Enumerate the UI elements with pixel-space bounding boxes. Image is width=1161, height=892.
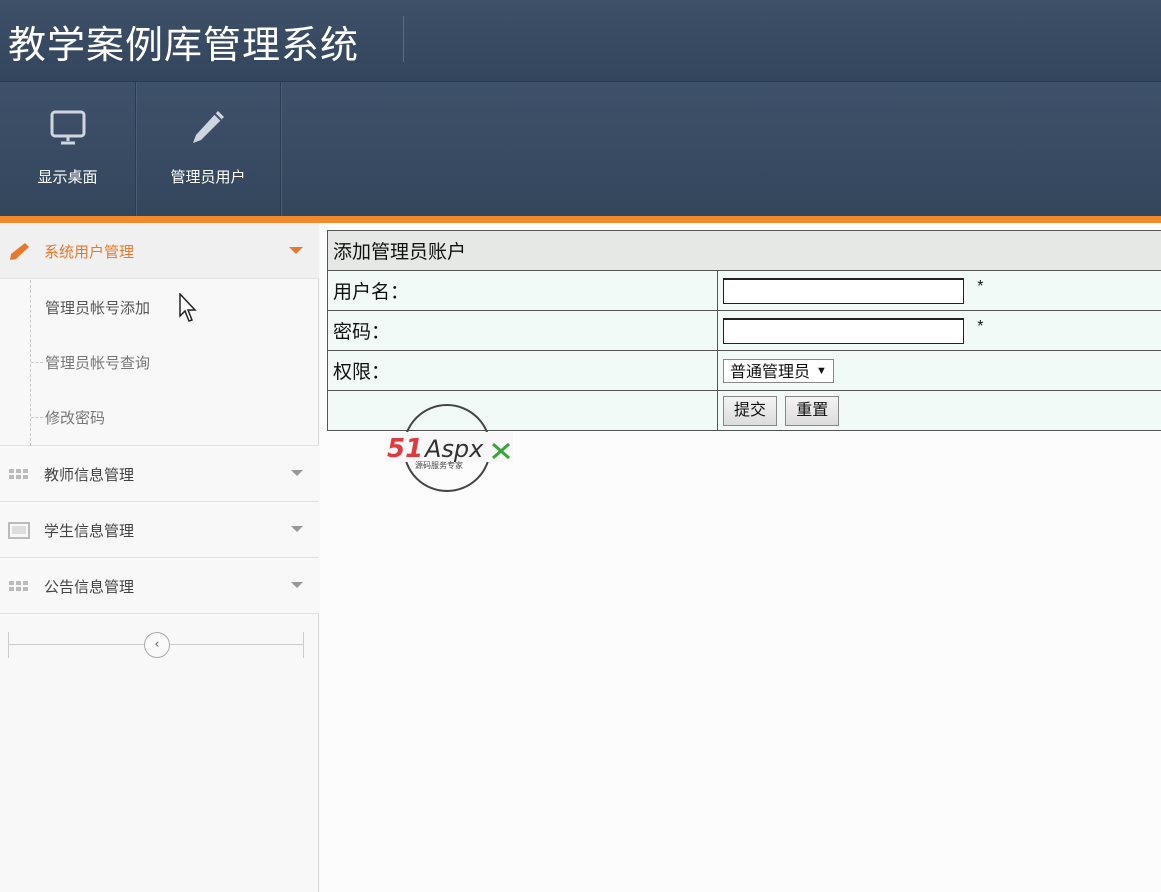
tree-branch xyxy=(31,362,43,363)
dropdown-arrow-icon: ▼ xyxy=(816,364,827,377)
actions-cell: 提交 重置 xyxy=(717,390,1161,431)
submit-button[interactable]: 提交 xyxy=(723,395,778,426)
pencil-icon xyxy=(193,111,224,143)
grid-icon xyxy=(9,469,28,479)
title-divider xyxy=(403,16,404,62)
app-title: 教学案例库管理系统 xyxy=(8,23,360,67)
caret-down-icon xyxy=(291,526,303,532)
sidebar-collapse-row: ‹ xyxy=(8,628,304,660)
sidebar-item-label: 修改密码 xyxy=(45,409,106,427)
logo-text-red: 51 xyxy=(387,434,423,464)
sidebar-item-admin-query[interactable]: 管理员帐号查询 xyxy=(30,335,319,391)
username-cell: * xyxy=(717,270,1161,311)
sidebar-group-notice-info[interactable]: 公告信息管理 xyxy=(0,558,319,614)
top-header: 教学案例库管理系统 xyxy=(0,0,1161,82)
reset-button[interactable]: 重置 xyxy=(785,395,840,426)
top-nav: 显示桌面 管理员用户 xyxy=(0,82,1161,216)
add-admin-form: 添加管理员账户 用户名： * 密码： * 权限： 普通管理员 ▼ 提交 重置 xyxy=(327,230,1161,431)
password-input[interactable] xyxy=(723,317,964,344)
divider xyxy=(303,632,304,658)
username-input[interactable] xyxy=(723,277,964,304)
nav-admin-user-label: 管理员用户 xyxy=(170,168,246,186)
sidebar-item-change-password[interactable]: 修改密码 xyxy=(30,390,319,446)
sidebar-group-system-users[interactable]: 系统用户管理 xyxy=(0,223,319,279)
nav-show-desktop[interactable]: 显示桌面 xyxy=(0,82,136,216)
collapse-sidebar-button[interactable]: ‹ xyxy=(144,632,170,658)
caret-down-icon xyxy=(291,470,303,476)
sidebar-group-teacher-info[interactable]: 教师信息管理 xyxy=(0,446,319,502)
sidebar-group-label: 学生信息管理 xyxy=(44,522,135,540)
sidebar-group-student-info[interactable]: 学生信息管理 xyxy=(0,502,319,558)
required-mark: * xyxy=(977,317,984,335)
mouse-cursor-icon xyxy=(179,293,197,322)
password-cell: * xyxy=(717,310,1161,351)
required-mark: * xyxy=(977,277,984,295)
monitor-icon xyxy=(50,110,85,145)
grid-icon xyxy=(9,581,28,591)
sidebar-item-label: 管理员帐号添加 xyxy=(45,299,151,317)
sidebar-group-label: 教师信息管理 xyxy=(44,466,135,484)
logo-text-dark: Aspx xyxy=(423,435,484,463)
caret-down-icon xyxy=(289,247,303,254)
caret-down-icon xyxy=(291,582,303,588)
main-content: 添加管理员账户 用户名： * 密码： * 权限： 普通管理员 ▼ 提交 重置 xyxy=(320,223,1161,892)
form-caption: 添加管理员账户 xyxy=(327,230,1161,271)
tree-branch xyxy=(31,417,43,418)
sidebar-item-admin-add[interactable]: 管理员帐号添加 xyxy=(30,280,319,336)
permission-select[interactable]: 普通管理员 ▼ xyxy=(723,358,834,383)
nav-show-desktop-label: 显示桌面 xyxy=(37,168,98,186)
51aspx-watermark-logo: 51 Aspx 源码服务专家 xyxy=(385,404,513,492)
image-icon xyxy=(8,522,30,539)
submenu-system-users: 管理员帐号添加 管理员帐号查询 修改密码 xyxy=(0,280,319,446)
sidebar-group-label: 系统用户管理 xyxy=(44,243,135,261)
accent-bar xyxy=(0,216,1161,223)
divider xyxy=(8,632,9,658)
permission-label: 权限： xyxy=(327,350,718,391)
password-label: 密码： xyxy=(327,310,718,351)
sidebar: 系统用户管理 管理员帐号添加 管理员帐号查询 修改密码 教师信息管理 学生信息管… xyxy=(0,223,319,892)
pencil-icon xyxy=(10,243,29,260)
logo-tagline: 源码服务专家 xyxy=(415,460,463,470)
permission-cell: 普通管理员 ▼ xyxy=(717,350,1161,391)
sidebar-group-label: 公告信息管理 xyxy=(44,578,135,596)
username-label: 用户名： xyxy=(327,270,718,311)
nav-admin-user[interactable]: 管理员用户 xyxy=(136,82,281,216)
sidebar-item-label: 管理员帐号查询 xyxy=(45,354,151,372)
permission-selected-value: 普通管理员 xyxy=(730,363,811,381)
